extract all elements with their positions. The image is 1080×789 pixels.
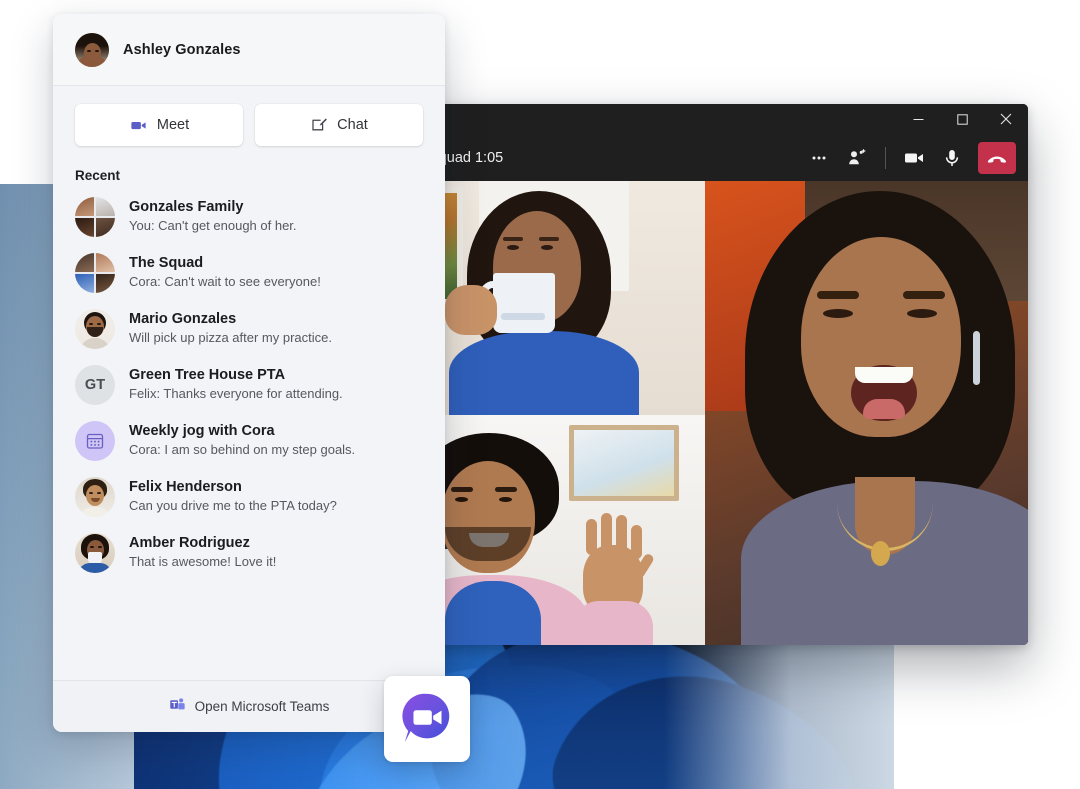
- close-button[interactable]: [984, 104, 1028, 134]
- group-avatar: [75, 197, 115, 237]
- add-people-button[interactable]: [840, 142, 874, 174]
- ellipsis-icon: [812, 156, 826, 159]
- chat-name: Felix Henderson: [129, 478, 242, 495]
- video-camera-icon: [905, 153, 923, 162]
- chat-button-label: Chat: [337, 117, 368, 133]
- contact-avatar: [75, 309, 115, 349]
- chat-preview: Cora: Can't wait to see everyone!: [129, 274, 321, 290]
- toggle-camera-button[interactable]: [897, 142, 931, 174]
- chat-preview: Cora: I am so behind on my step goals.: [129, 442, 356, 458]
- open-teams-label: Open Microsoft Teams: [194, 699, 330, 714]
- chat-name: Green Tree House PTA: [129, 366, 286, 383]
- calendar-avatar: [75, 421, 115, 461]
- chat-name: Amber Rodriguez: [129, 534, 250, 551]
- microphone-icon: [945, 149, 959, 166]
- call-window-titlebar: [383, 104, 1028, 134]
- chat-preview: You: Can't get enough of her.: [129, 218, 297, 234]
- user-avatar-photo[interactable]: [75, 32, 109, 67]
- taskbar-teams-chat-button[interactable]: Microsoft Teams chat: [384, 676, 470, 762]
- hangup-phone-icon: [987, 156, 1007, 163]
- compose-chat-icon: [310, 116, 328, 134]
- meet-button-label: Meet: [156, 117, 190, 133]
- minimize-button[interactable]: [896, 104, 940, 134]
- chat-preview: Will pick up pizza after my practice.: [129, 330, 333, 346]
- hang-up-button[interactable]: [978, 141, 1016, 174]
- list-item[interactable]: Felix Henderson Can you drive me to the …: [53, 469, 445, 525]
- list-item[interactable]: The Squad Cora: Can't wait to see everyo…: [53, 245, 445, 301]
- add-person-icon: [849, 148, 866, 164]
- group-avatar: [75, 253, 115, 293]
- list-item[interactable]: Gonzales Family You: Can't get enough of…: [53, 189, 445, 245]
- chat-preview: Felix: Thanks everyone for attending.: [129, 386, 343, 402]
- contact-avatar: [75, 477, 115, 517]
- list-item[interactable]: GT Green Tree House PTA Felix: Thanks ev…: [53, 357, 445, 413]
- recent-section-title: Recent: [75, 168, 121, 183]
- minimize-icon: [913, 118, 923, 120]
- chat-preview: Can you drive me to the PTA today?: [129, 498, 337, 514]
- teams-chat-flyout: Ashley Gonzales Meet Chat Recent Gonzale…: [53, 14, 445, 732]
- chat-name: The Squad: [129, 254, 204, 271]
- call-controls: [802, 141, 1016, 174]
- list-item[interactable]: Mario Gonzales Will pick up pizza after …: [53, 301, 445, 357]
- list-item[interactable]: Amber Rodriguez That is awesome! Love it…: [53, 525, 445, 581]
- chat-button[interactable]: Chat: [255, 104, 423, 146]
- chat-name: Mario Gonzales: [129, 310, 237, 327]
- participant-tile-right[interactable]: Woman laughing: [705, 181, 1028, 645]
- initials-avatar: GT: [75, 365, 115, 405]
- video-camera-icon: [129, 116, 148, 135]
- maximize-button[interactable]: [940, 104, 984, 134]
- chat-name: Weekly jog with Cora: [129, 422, 275, 439]
- flyout-action-row: Meet Chat: [53, 86, 445, 162]
- list-item[interactable]: Weekly jog with Cora Cora: I am so behin…: [53, 413, 445, 469]
- call-toolbar: The Squad 1:05: [383, 134, 1028, 181]
- teams-call-window: The Squad 1:05: [383, 104, 1028, 645]
- flyout-header: Ashley Gonzales: [53, 14, 445, 86]
- toggle-microphone-button[interactable]: [935, 142, 969, 174]
- user-name: Ashley Gonzales: [123, 41, 241, 58]
- chat-name: Gonzales Family: [129, 198, 244, 215]
- meet-button[interactable]: Meet: [75, 104, 243, 146]
- video-grid: Woman drinking from a mug: [383, 181, 1028, 645]
- avatar-initials: GT: [84, 377, 106, 393]
- toolbar-divider: [885, 146, 886, 169]
- calendar-icon: [86, 433, 104, 449]
- recent-chat-list: Gonzales Family You: Can't get enough of…: [53, 187, 445, 581]
- contact-avatar: [75, 533, 115, 573]
- more-options-button[interactable]: [802, 142, 836, 174]
- maximize-icon: [956, 113, 968, 125]
- close-icon: [1000, 113, 1012, 125]
- screen: windows-11-bloom-wallpaper The Squad 1: [0, 0, 1080, 789]
- chat-preview: That is awesome! Love it!: [129, 554, 277, 570]
- call-title: The Squad 1:05: [400, 149, 504, 166]
- microsoft-teams-icon: [169, 696, 186, 718]
